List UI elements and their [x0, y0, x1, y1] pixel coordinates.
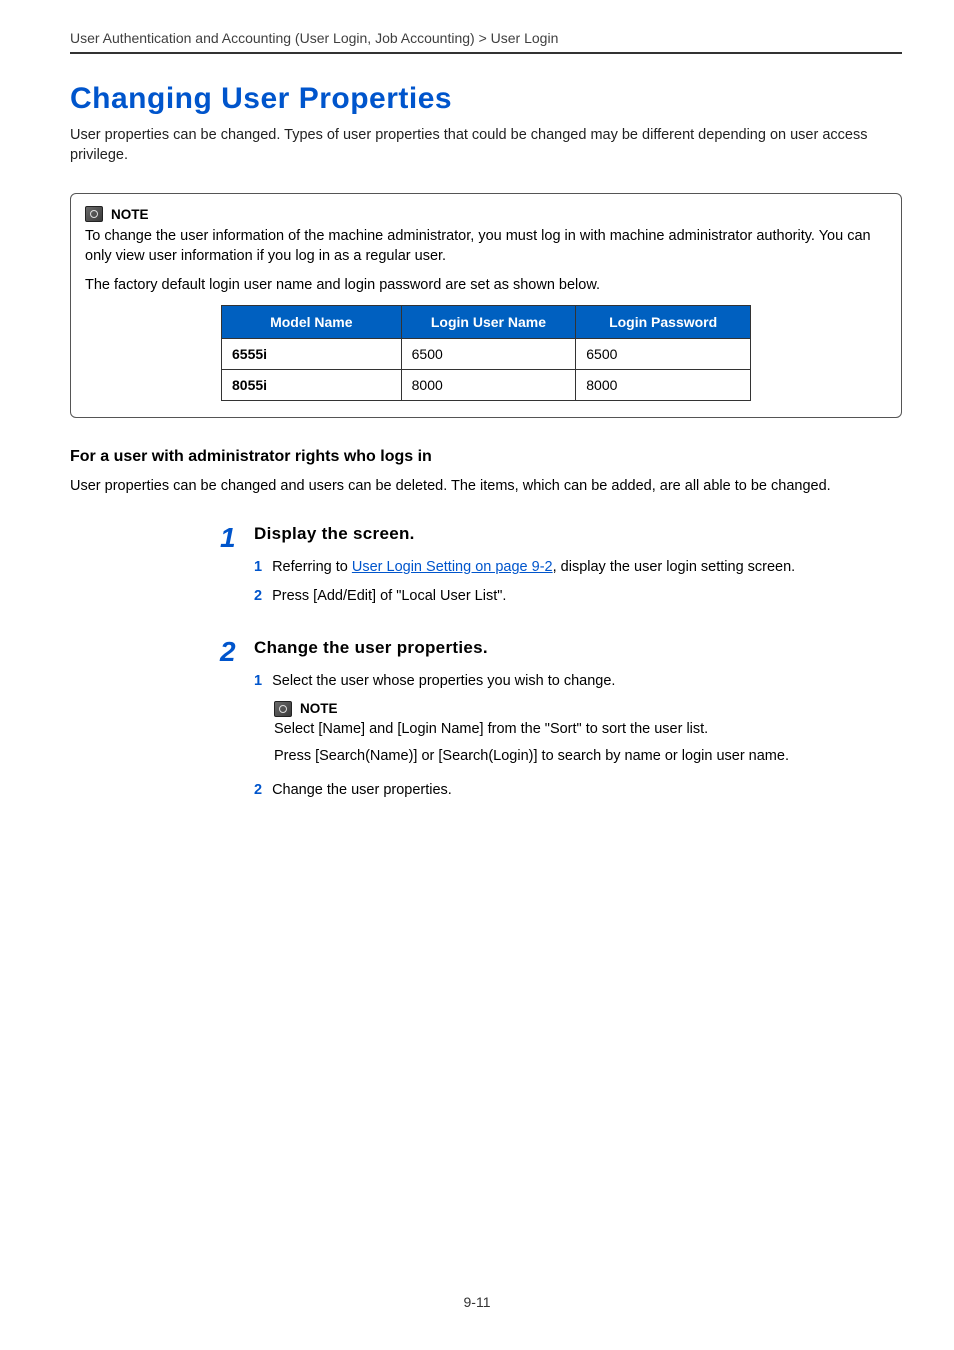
substep: 2 Change the user properties.	[254, 781, 902, 800]
note-paragraph: To change the user information of the ma…	[85, 226, 887, 267]
note-icon	[274, 701, 292, 717]
substep: 1 Select the user whose properties you w…	[254, 672, 902, 691]
procedure-step: 1 Display the screen. 1 Referring to Use…	[220, 524, 902, 616]
th-login-user: Login User Name	[401, 306, 576, 339]
substep: 2 Press [Add/Edit] of "Local User List".	[254, 587, 902, 606]
header-rule	[70, 52, 902, 54]
intro-text: User properties can be changed. Types of…	[70, 126, 902, 165]
step-title: Display the screen.	[254, 524, 902, 544]
note-icon	[85, 206, 103, 222]
cell-pass: 8000	[576, 370, 751, 401]
admin-desc: User properties can be changed and users…	[70, 478, 902, 494]
table-row: 6555i 6500 6500	[222, 339, 751, 370]
cell-model: 8055i	[222, 370, 402, 401]
note-block: NOTE To change the user information of t…	[70, 193, 902, 418]
cell-model: 6555i	[222, 339, 402, 370]
substep-text: Referring to User Login Setting on page …	[272, 558, 795, 577]
cross-ref-link[interactable]: User Login Setting on page 9-2	[352, 559, 553, 575]
credentials-table: Model Name Login User Name Login Passwor…	[221, 305, 751, 401]
substep: 1 Referring to User Login Setting on pag…	[254, 558, 902, 577]
substep-text: Change the user properties.	[272, 781, 452, 800]
note-header: NOTE	[274, 701, 884, 717]
note-header: NOTE	[85, 206, 887, 222]
th-login-pass: Login Password	[576, 306, 751, 339]
step-title: Change the user properties.	[254, 638, 902, 658]
th-model: Model Name	[222, 306, 402, 339]
substep-number: 1	[254, 672, 262, 691]
note-label: NOTE	[111, 207, 149, 222]
text-fragment: Referring to	[272, 559, 352, 575]
step-number: 2	[220, 638, 254, 666]
table-header-row: Model Name Login User Name Login Passwor…	[222, 306, 751, 339]
cell-user: 8000	[401, 370, 576, 401]
substep-text: Select the user whose properties you wis…	[272, 672, 615, 691]
table-row: 8055i 8000 8000	[222, 370, 751, 401]
procedure-step: 2 Change the user properties. 1 Select t…	[220, 638, 902, 810]
substep-number: 1	[254, 558, 262, 577]
note-paragraph: Press [Search(Name)] or [Search(Login)] …	[274, 746, 884, 767]
admin-heading: For a user with administrator rights who…	[70, 448, 902, 466]
substep-number: 2	[254, 587, 262, 606]
note-block-inline: NOTE Select [Name] and [Login Name] from…	[274, 701, 884, 767]
cell-user: 6500	[401, 339, 576, 370]
note-paragraph: Select [Name] and [Login Name] from the …	[274, 719, 884, 740]
note-label: NOTE	[300, 701, 338, 716]
page-number: 9-11	[0, 1294, 954, 1310]
page-title: Changing User Properties	[70, 82, 902, 116]
breadcrumb: User Authentication and Accounting (User…	[70, 30, 902, 46]
note-paragraph: The factory default login user name and …	[85, 275, 887, 295]
cell-pass: 6500	[576, 339, 751, 370]
step-number: 1	[220, 524, 254, 552]
substep-text: Press [Add/Edit] of "Local User List".	[272, 587, 506, 606]
text-fragment: , display the user login setting screen.	[553, 559, 796, 575]
substep-number: 2	[254, 781, 262, 800]
